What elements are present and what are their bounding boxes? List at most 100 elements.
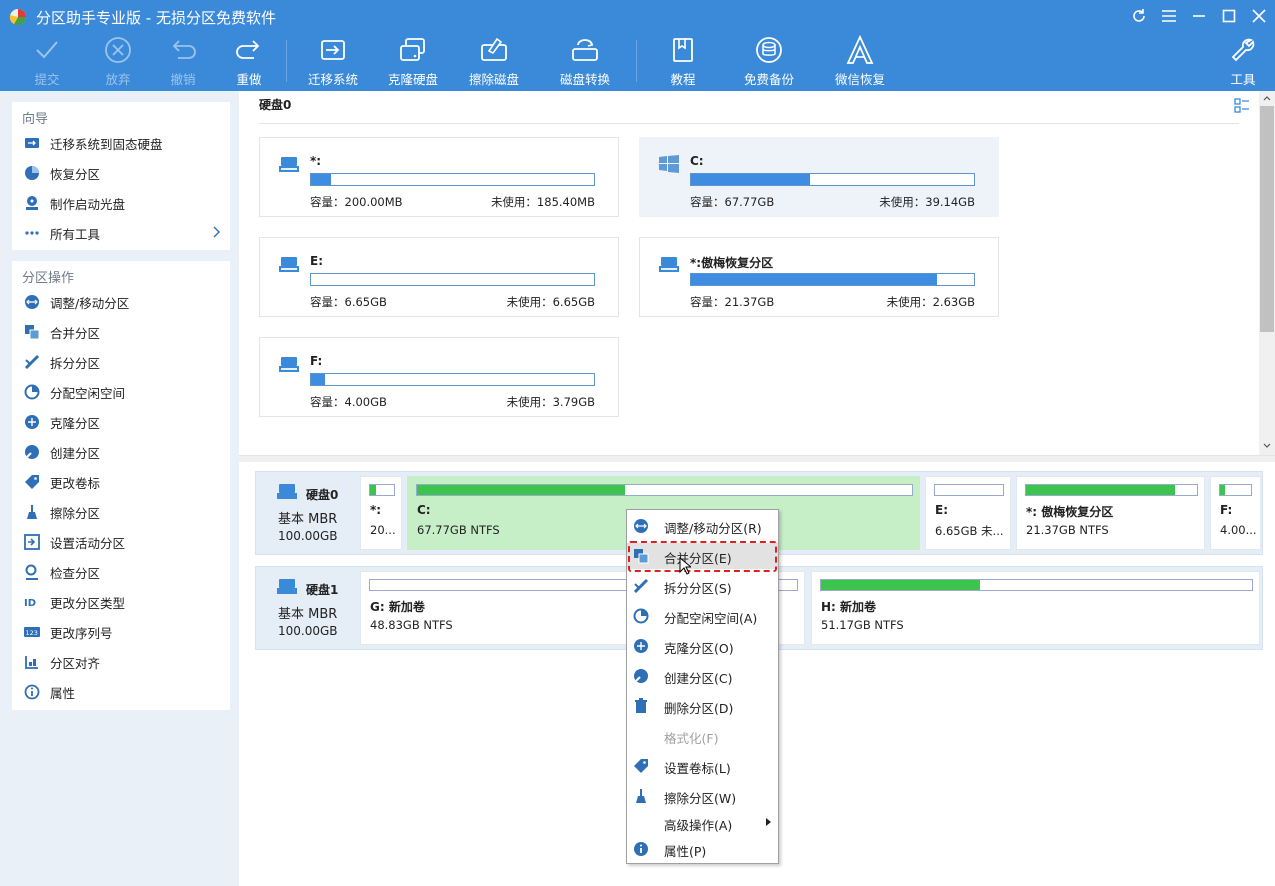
svg-text:ID: ID <box>24 598 36 609</box>
menu-item-allocate-free[interactable]: 分配空闲空间(A) <box>627 603 778 629</box>
scrollbar-thumb[interactable] <box>1260 106 1274 332</box>
menu-item-delete[interactable]: 删除分区(D) <box>627 693 778 719</box>
menu-item-create[interactable]: 创建分区(C) <box>627 663 778 689</box>
redo-button[interactable]: 重做 <box>213 34 285 90</box>
menu-button[interactable] <box>1158 5 1180 27</box>
commit-button[interactable]: 提交 <box>11 34 83 90</box>
sidebar-item-check[interactable]: 检查分区 <box>12 557 230 587</box>
sidebar-item-allocate-free[interactable]: 分配空闲空间 <box>12 377 230 407</box>
menu-item-resize-move[interactable]: 调整/移动分区(R) <box>627 513 778 539</box>
usage-bar <box>1025 484 1198 496</box>
tools-button[interactable]: 工具 <box>1207 34 1275 90</box>
window-title: 分区助手专业版 - 无损分区免费软件 <box>36 9 276 27</box>
sidebar-item-create[interactable]: 创建分区 <box>12 437 230 467</box>
menu-item-label: 设置卷标(L) <box>664 761 731 776</box>
menu-item-clone[interactable]: 克隆分区(O) <box>627 633 778 659</box>
scroll-down-icon[interactable] <box>1263 443 1271 449</box>
scroll-up-icon[interactable] <box>1263 95 1271 101</box>
menu-item-split[interactable]: 拆分分区(S) <box>627 573 778 599</box>
sidebar-item-make-bootable[interactable]: 制作启动光盘 <box>12 188 230 218</box>
sidebar-item-recover-partition[interactable]: 恢复分区 <box>12 158 230 188</box>
clone-disk-label: 克隆硬盘 <box>387 72 438 87</box>
disk-partition[interactable]: E: 6.65GB 未... <box>925 476 1011 550</box>
disk-partition[interactable]: F: 4.00... <box>1210 476 1261 550</box>
partition-card-view: 硬盘0 *: 容量：200.00MB 未使用：185.40MB C: 容量：67… <box>239 91 1259 455</box>
partition-name: *: 傲梅恢复分区 <box>1026 505 1114 519</box>
clone-disk-icon <box>400 38 425 61</box>
usage-fill <box>1220 485 1225 495</box>
undo-button[interactable]: 撤销 <box>147 34 219 90</box>
operations-panel: 分区操作 调整/移动分区 合并分区 拆分分区 分配空闲空间 克隆分区 创建分区 … <box>12 261 230 710</box>
partition-card[interactable]: C: 容量：67.77GB 未使用：39.14GB <box>639 137 999 217</box>
partition-card[interactable]: *:傲梅恢复分区 容量：21.37GB 未使用：2.63GB <box>639 237 999 317</box>
sidebar-item-change-type[interactable]: ID 更改分区类型 <box>12 587 230 617</box>
menu-item-set-label[interactable]: 设置卷标(L) <box>627 753 778 779</box>
free-backup-button[interactable]: 免费备份 <box>733 34 805 90</box>
partition-name: *: <box>310 154 322 168</box>
sidebar-item-change-serial[interactable]: 123 更改序列号 <box>12 617 230 647</box>
menu-item-advanced[interactable]: 高级操作(A) <box>627 810 778 836</box>
disk-partition[interactable]: *: 傲梅恢复分区 21.37GB NTFS <box>1016 476 1205 550</box>
drive-icon <box>279 357 299 372</box>
partition-info: 4.00... <box>1220 523 1257 537</box>
minimize-icon <box>1193 15 1205 17</box>
toolbar-separator <box>636 40 637 82</box>
sidebar-item-label: 拆分分区 <box>50 355 101 371</box>
tutorial-button[interactable]: 教程 <box>647 34 719 90</box>
disk-partition[interactable]: H: 新加卷 51.17GB NTFS <box>811 571 1260 645</box>
pane-splitter[interactable] <box>239 455 1275 462</box>
usage-fill <box>1026 485 1175 495</box>
usage-bar <box>820 579 1253 591</box>
recover-partition-icon <box>25 166 39 180</box>
sidebar-item-wipe[interactable]: 擦除分区 <box>12 497 230 527</box>
menu-item-properties[interactable]: 属性(P) <box>627 836 778 862</box>
refresh-button[interactable] <box>1128 5 1150 27</box>
clone-disk-button[interactable]: 克隆硬盘 <box>377 34 449 90</box>
menu-item-wipe[interactable]: 擦除分区(W) <box>627 783 778 809</box>
disk-partition[interactable]: *: 20... <box>360 476 402 550</box>
sidebar-item-all-tools[interactable]: 所有工具 <box>12 218 230 248</box>
sidebar-item-split[interactable]: 拆分分区 <box>12 347 230 377</box>
sidebar-item-resize-move[interactable]: 调整/移动分区 <box>12 287 230 317</box>
partition-card[interactable]: *: 容量：200.00MB 未使用：185.40MB <box>259 137 619 217</box>
partition-card[interactable]: F: 容量：4.00GB 未使用：3.79GB <box>259 337 619 417</box>
disk-size: 100.00GB <box>278 529 338 543</box>
sidebar-item-properties[interactable]: 属性 <box>12 677 230 707</box>
minimize-button[interactable] <box>1188 5 1210 27</box>
toolbar-separator <box>286 40 287 82</box>
sidebar-item-label: 属性 <box>50 685 76 701</box>
sidebar-item-align[interactable]: 分区对齐 <box>12 647 230 677</box>
partition-info: 21.37GB NTFS <box>1026 523 1109 537</box>
sidebar-item-change-label[interactable]: 更改卷标 <box>12 467 230 497</box>
capacity-text: 容量：200.00MB <box>310 195 403 209</box>
wizard-panel: 向导 迁移系统到固态硬盘 恢复分区 制作启动光盘 所有工具 <box>12 102 230 250</box>
sidebar-item-set-active[interactable]: 设置活动分区 <box>12 527 230 557</box>
wechat-recovery-button[interactable]: 微信恢复 <box>824 34 896 90</box>
disk-convert-button[interactable]: 磁盘转换 <box>549 34 621 90</box>
free-text: 未使用：6.65GB <box>506 295 595 309</box>
allocate-space-icon <box>633 608 649 624</box>
maximize-button[interactable] <box>1218 5 1240 27</box>
sidebar-item-clone[interactable]: 克隆分区 <box>12 407 230 437</box>
disk-info: 硬盘1 基本 MBR 100.00GB <box>256 567 358 649</box>
partition-card[interactable]: E: 容量：6.65GB 未使用：6.65GB <box>259 237 619 317</box>
wipe-disk-button[interactable]: 擦除磁盘 <box>458 34 530 90</box>
discard-label: 放弃 <box>105 72 131 87</box>
free-text: 未使用：2.63GB <box>886 295 975 309</box>
discard-button[interactable]: 放弃 <box>82 34 154 90</box>
usage-fill <box>691 174 810 185</box>
close-button[interactable] <box>1248 5 1270 27</box>
split-partition-icon <box>24 354 40 370</box>
sidebar-item-label: 更改卷标 <box>50 475 101 491</box>
hamburger-icon <box>1162 10 1176 22</box>
sidebar-item-label: 检查分区 <box>50 565 101 581</box>
view-toggle-icon[interactable] <box>1233 97 1251 115</box>
checkmark-icon <box>36 41 58 59</box>
migrate-os-button[interactable]: 迁移系统 <box>297 34 369 90</box>
menu-item-label: 调整/移动分区(R) <box>664 521 762 536</box>
sidebar-item-merge[interactable]: 合并分区 <box>12 317 230 347</box>
disk-type: 基本 MBR <box>278 607 338 622</box>
migrate-ssd-icon <box>25 138 39 148</box>
menu-item-format[interactable]: 格式化(F) <box>627 723 778 749</box>
sidebar-item-migrate-ssd[interactable]: 迁移系统到固态硬盘 <box>12 128 230 158</box>
